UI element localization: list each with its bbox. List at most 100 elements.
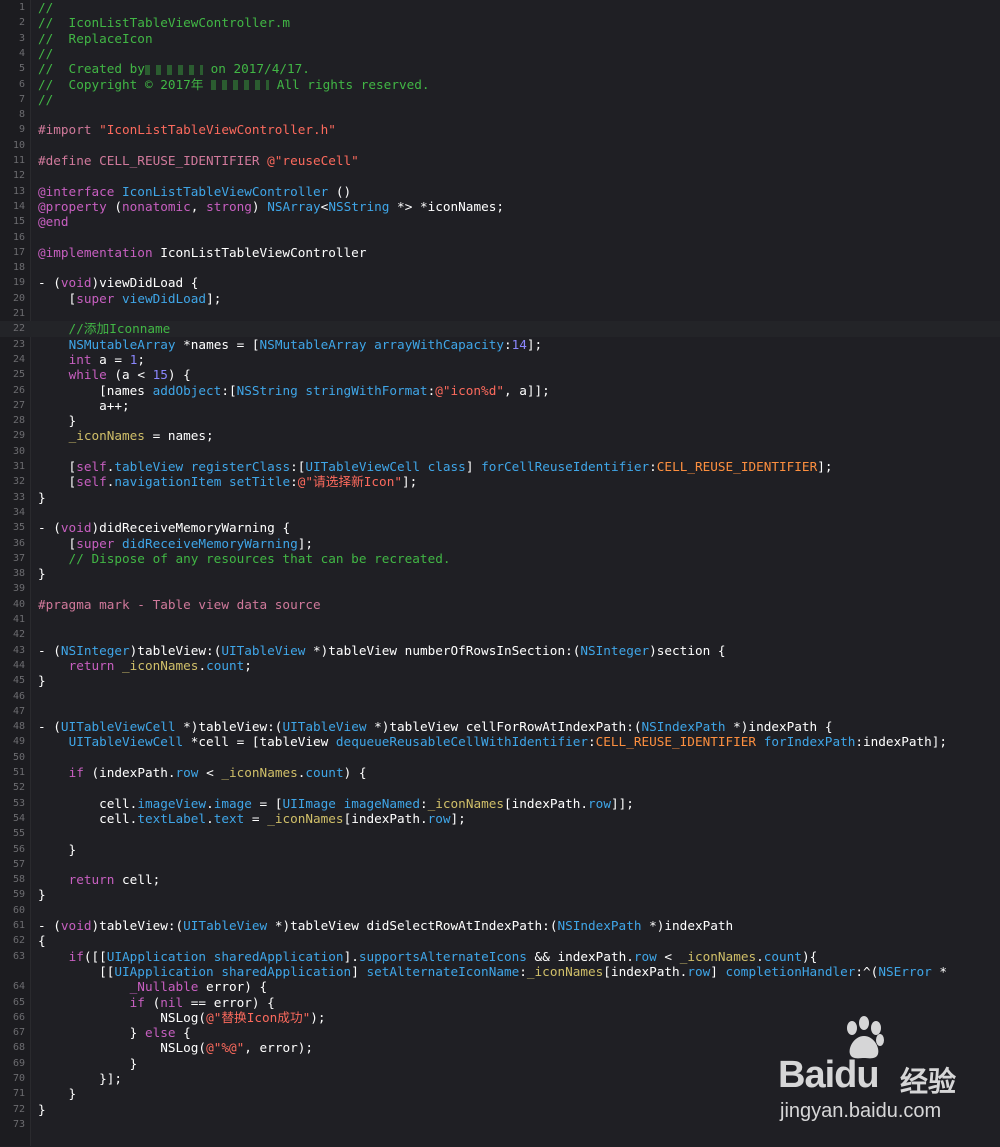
- code-line[interactable]: 40 #pragma mark - Table view data source: [0, 597, 1000, 612]
- line-number: 22: [12, 323, 25, 335]
- code-line[interactable]: 56 }: [0, 842, 1000, 857]
- code-line[interactable]: 62 {: [0, 933, 1000, 948]
- code-line[interactable]: 9 #import "IconListTableViewController.h": [0, 122, 1000, 137]
- code-line[interactable]: 31 [self.tableView registerClass:[UITabl…: [0, 459, 1000, 474]
- code-line[interactable]: 36 [super didReceiveMemoryWarning];: [0, 536, 1000, 551]
- code-line[interactable]: 50: [0, 750, 1000, 765]
- code-line[interactable]: 33}: [0, 490, 1000, 505]
- code-line[interactable]: 25 while (a < 15) {: [0, 367, 1000, 382]
- code-token: NSIndexPath: [557, 918, 642, 933]
- code-text: {: [38, 933, 46, 948]
- code-line[interactable]: 10: [0, 138, 1000, 153]
- code-text: - (void)didReceiveMemoryWarning {: [38, 520, 290, 535]
- code-line[interactable]: 19 - (void)viewDidLoad {: [0, 275, 1000, 290]
- code-line[interactable]: 38}: [0, 566, 1000, 581]
- code-line[interactable]: 3 // ReplaceIcon: [0, 31, 1000, 46]
- code-line[interactable]: 8: [0, 107, 1000, 122]
- line-number: 61: [12, 920, 25, 931]
- code-line[interactable]: 17 @implementation IconListTableViewContr…: [0, 245, 1000, 260]
- code-line[interactable]: 44 return _iconNames.count;: [0, 658, 1000, 673]
- code-line[interactable]: 55: [0, 826, 1000, 841]
- code-line[interactable]: 16: [0, 230, 1000, 245]
- code-line[interactable]: 43- (NSInteger)tableView:(UITableView *)…: [0, 643, 1000, 658]
- code-line[interactable]: 34: [0, 505, 1000, 520]
- code-token: :: [419, 795, 428, 811]
- code-token: // ReplaceIcon: [38, 30, 153, 46]
- code-line[interactable]: 53 cell.imageView.image = [UIImage image…: [0, 796, 1000, 811]
- code-token: }: [38, 887, 46, 903]
- code-line[interactable]: 58 return cell;: [0, 872, 1000, 887]
- code-line[interactable]: 12: [0, 168, 1000, 183]
- watermark-url: jingyan.baidu.com: [780, 1100, 942, 1122]
- code-line[interactable]: 52: [0, 780, 1000, 795]
- code-token: @implementation: [38, 244, 161, 260]
- code-text: // Dispose of any resources that can be …: [38, 551, 451, 566]
- code-token: ];: [526, 336, 543, 352]
- code-line[interactable]: 4 //: [0, 46, 1000, 61]
- code-line[interactable]: 13 @interface IconListTableViewController…: [0, 184, 1000, 199]
- code-line[interactable]: 64 _Nullable error) {: [0, 979, 1000, 994]
- code-line[interactable]: 35 - (void)didReceiveMemoryWarning {: [0, 520, 1000, 535]
- code-line[interactable]: 39: [0, 581, 1000, 596]
- code-line[interactable]: 32 [self.navigationItem setTitle:@"请选择新I…: [0, 474, 1000, 489]
- code-line[interactable]: [0, 1132, 1000, 1147]
- code-line[interactable]: 57: [0, 857, 1000, 872]
- code-line[interactable]: 1 //: [0, 0, 1000, 15]
- code-token: ];: [206, 290, 222, 306]
- code-line[interactable]: 14 @property (nonatomic, strong) NSArray<…: [0, 199, 1000, 214]
- code-line[interactable]: 61 - (void)tableView:(UITableView *)table…: [0, 918, 1000, 933]
- line-number: 5: [18, 63, 25, 75]
- code-line[interactable]: 15 @end: [0, 214, 1000, 229]
- code-line[interactable]: 47: [0, 704, 1000, 719]
- code-token: row: [175, 765, 199, 780]
- code-line[interactable]: 41: [0, 612, 1000, 627]
- code-line[interactable]: 20 [super viewDidLoad];: [0, 291, 1000, 306]
- code-line[interactable]: 6 // Copyright © 2017年 All rights reserve…: [0, 77, 1000, 92]
- code-line[interactable]: 63 if([[UIApplication sharedApplication]…: [0, 949, 1000, 964]
- code-line[interactable]: 37 // Dispose of any resources that can …: [0, 551, 1000, 566]
- code-line[interactable]: 65 if (nil == error) {: [0, 995, 1000, 1010]
- code-token: if: [68, 948, 84, 964]
- code-line[interactable]: 45}: [0, 673, 1000, 688]
- code-token: :: [290, 474, 298, 490]
- code-line[interactable]: 29 _iconNames = names;: [0, 428, 1000, 443]
- code-line[interactable]: 2 // IconListTableViewController.m: [0, 15, 1000, 30]
- code-line[interactable]: 11 #define CELL_REUSE_IDENTIFIER @"reuseC…: [0, 153, 1000, 168]
- code-line[interactable]: 49 UITableViewCell *cell = [tableView de…: [0, 734, 1000, 749]
- code-text: }: [38, 413, 77, 428]
- code-line[interactable]: 18: [0, 260, 1000, 275]
- code-line[interactable]: 59}: [0, 887, 1000, 902]
- code-line[interactable]: 28 }: [0, 413, 1000, 428]
- code-line[interactable]: 46: [0, 689, 1000, 704]
- code-token: )section {: [649, 642, 726, 658]
- code-line[interactable]: 51 if (indexPath.row < _iconNames.count)…: [0, 765, 1000, 780]
- code-line[interactable]: 7 //: [0, 92, 1000, 107]
- code-line[interactable]: 22 //添加Iconname: [0, 321, 1000, 337]
- code-token: 15: [152, 367, 168, 383]
- code-token: [indexPath.: [603, 963, 688, 979]
- code-line[interactable]: 54 cell.textLabel.text = _iconNames[inde…: [0, 811, 1000, 826]
- code-token: ].: [343, 948, 359, 964]
- code-line[interactable]: 30: [0, 444, 1000, 459]
- code-token: =: [244, 810, 268, 826]
- code-token: NSInteger: [580, 642, 650, 658]
- code-line[interactable]: [[UIApplication sharedApplication] setAl…: [0, 964, 1000, 979]
- code-line[interactable]: 24 int a = 1;: [0, 352, 1000, 367]
- code-line[interactable]: 48 - (UITableViewCell *)tableView:(UITabl…: [0, 719, 1000, 734]
- code-token: nil: [160, 994, 184, 1010]
- code-editor[interactable]: 1 // 2 // IconListTableViewController.m 3 // …: [0, 0, 1000, 1146]
- code-line[interactable]: 42: [0, 627, 1000, 642]
- code-token: forIndexPath: [763, 734, 856, 750]
- line-number: 19: [12, 277, 25, 289]
- code-line[interactable]: 26 [names addObject:[NSString stringWith…: [0, 383, 1000, 398]
- code-line[interactable]: 5 // Created by on 2017/4/17.: [0, 61, 1000, 76]
- code-line[interactable]: 27 a++;: [0, 398, 1000, 413]
- line-number: 13: [12, 185, 25, 197]
- code-line[interactable]: 23 NSMutableArray *names = [NSMutableArr…: [0, 337, 1000, 352]
- code-token: stringWithFormat: [305, 382, 428, 398]
- code-line[interactable]: 21: [0, 306, 1000, 321]
- code-token: [names: [38, 382, 153, 398]
- code-line[interactable]: 60: [0, 903, 1000, 918]
